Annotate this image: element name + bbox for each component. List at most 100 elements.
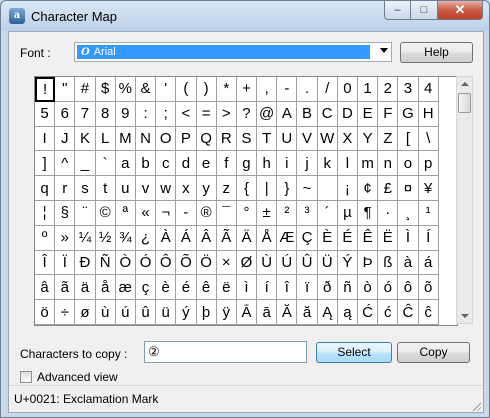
character-cell[interactable]: ( (176, 77, 197, 102)
character-cell[interactable]: u (115, 176, 136, 201)
character-cell[interactable]: ñ (337, 275, 358, 301)
character-cell[interactable]: 9 (115, 101, 136, 127)
character-cell[interactable]: ¦ (35, 200, 56, 226)
character-cell[interactable]: ; (156, 101, 177, 127)
character-cell[interactable]: a (115, 151, 136, 177)
character-cell[interactable]: Ô (156, 250, 177, 276)
character-cell[interactable]: Â (196, 225, 217, 251)
character-cell[interactable]: ¥ (418, 176, 439, 201)
character-cell[interactable]: Ê (358, 225, 379, 251)
character-cell[interactable]: ½ (95, 225, 116, 251)
character-cell[interactable]: Ą (317, 300, 338, 325)
character-cell[interactable]: E (358, 101, 379, 127)
character-cell[interactable]: É (337, 225, 358, 251)
character-cell[interactable]: ë (216, 275, 237, 301)
character-cell[interactable]: õ (418, 275, 439, 301)
character-cell[interactable]: ® (196, 200, 217, 226)
character-cell[interactable]: ¼ (75, 225, 96, 251)
close-button[interactable]: ✕ (438, 1, 483, 20)
character-cell[interactable]: 6 (55, 101, 76, 127)
character-cell[interactable]: % (115, 77, 136, 102)
character-cell[interactable]: - (176, 200, 197, 226)
maximize-button[interactable]: □ (411, 1, 438, 20)
character-cell[interactable]: Ú (277, 250, 298, 276)
character-cell[interactable]: À (156, 225, 177, 251)
character-cell[interactable]: \ (418, 126, 439, 152)
character-cell[interactable]: ï (297, 275, 318, 301)
character-cell[interactable]: ü (156, 300, 177, 325)
character-cell[interactable]: 1 (358, 77, 379, 102)
character-cell[interactable]: ? (236, 101, 258, 127)
character-cell[interactable]: R (216, 126, 237, 152)
character-cell[interactable]: å (95, 275, 116, 301)
character-cell[interactable]: G (398, 101, 419, 127)
character-cell[interactable]: t (95, 176, 116, 201)
character-cell[interactable]: è (156, 275, 177, 301)
character-cell[interactable]: ¬ (156, 200, 177, 226)
character-cell[interactable]: * (216, 77, 237, 102)
character-cell[interactable]: k (317, 151, 338, 177)
character-cell[interactable]: Þ (358, 250, 379, 276)
character-cell[interactable]: ć (378, 300, 399, 325)
character-cell[interactable]: ¹ (418, 200, 439, 226)
character-cell[interactable]: ì (236, 275, 258, 301)
character-cell[interactable]: = (196, 101, 217, 127)
character-cell[interactable]: £ (378, 176, 399, 201)
character-cell[interactable]: â (35, 275, 56, 301)
character-cell[interactable]: m (358, 151, 379, 177)
character-cell[interactable]: ] (35, 151, 56, 177)
character-cell[interactable]: ô (398, 275, 419, 301)
character-grid[interactable]: ! " # $% & '() * +, -./0 1 2 3 4 5 6 7 8 9:; < = >? @ A B C D E F G H… (34, 76, 458, 326)
character-cell[interactable]: Ā (236, 300, 258, 325)
character-cell[interactable]: q (35, 176, 56, 201)
character-cell[interactable]: _ (75, 151, 96, 177)
character-cell[interactable]: # (75, 77, 96, 102)
character-cell[interactable]: @ (257, 101, 278, 127)
character-cell[interactable]: þ (196, 300, 217, 325)
character-cell[interactable]: ù (95, 300, 116, 325)
character-cell[interactable]: " (55, 77, 76, 102)
character-cell[interactable]: F (378, 101, 399, 127)
character-cell[interactable]: 7 (75, 101, 96, 127)
character-cell[interactable]: s (75, 176, 96, 201)
character-cell[interactable]: ¯ (216, 200, 237, 226)
character-cell[interactable]: » (55, 225, 76, 251)
character-cell[interactable]: ø (75, 300, 96, 325)
character-cell[interactable]: ¤ (398, 176, 419, 201)
character-cell[interactable]: ¾ (115, 225, 136, 251)
scroll-down-icon[interactable] (461, 314, 469, 318)
character-cell[interactable]: ¶ (358, 200, 379, 226)
character-cell[interactable]: i (277, 151, 298, 177)
character-cell[interactable]: l (337, 151, 358, 177)
character-cell[interactable]: Õ (176, 250, 197, 276)
character-cell[interactable]: Ñ (95, 250, 116, 276)
character-cell[interactable]: e (196, 151, 217, 177)
character-cell[interactable]: ´ (317, 200, 338, 226)
character-cell[interactable]: P (176, 126, 197, 152)
character-cell[interactable]: È (317, 225, 338, 251)
character-cell[interactable]: b (135, 151, 157, 177)
character-cell[interactable]: Ù (257, 250, 278, 276)
character-cell[interactable]: M (115, 126, 136, 152)
character-cell[interactable]: µ (337, 200, 358, 226)
character-cell[interactable]: Y (358, 126, 379, 152)
scroll-up-icon[interactable] (461, 82, 469, 86)
character-cell[interactable]: V (297, 126, 318, 152)
character-cell[interactable]: ° (236, 200, 258, 226)
character-cell[interactable]: J (55, 126, 76, 152)
character-cell[interactable]: c (156, 151, 177, 177)
character-cell[interactable]: ` (95, 151, 116, 177)
character-cell[interactable]: ¨ (75, 200, 96, 226)
character-cell[interactable]: é (176, 275, 197, 301)
character-cell[interactable]: Q (196, 126, 217, 152)
character-cell[interactable]: w (156, 176, 177, 201)
character-cell[interactable]: Ý (337, 250, 358, 276)
character-cell[interactable]: Ð (75, 250, 96, 276)
character-cell[interactable]: ä (75, 275, 96, 301)
character-cell[interactable]: Û (297, 250, 318, 276)
title-bar[interactable]: a Character Map – □ ✕ (1, 1, 489, 31)
character-cell[interactable]: U (277, 126, 298, 152)
character-cell[interactable]: Î (35, 250, 56, 276)
character-cell[interactable]: Ø (236, 250, 258, 276)
character-cell[interactable]: ò (358, 275, 379, 301)
